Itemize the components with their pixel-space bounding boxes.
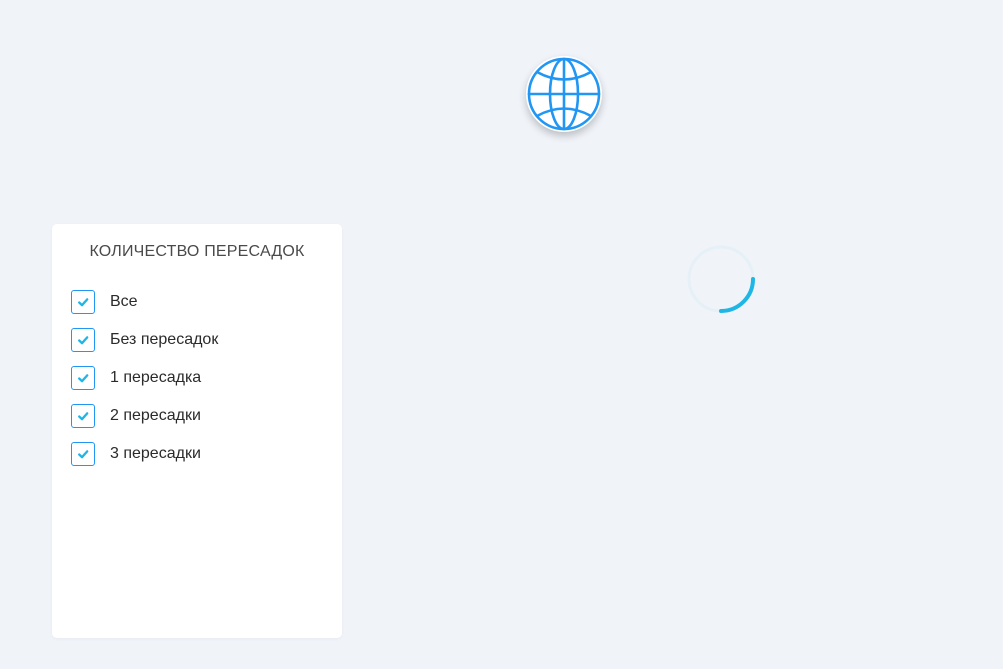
globe-logo [526,56,602,132]
checkmark-icon [78,336,89,345]
checkbox[interactable] [71,442,95,466]
checkmark-icon [78,374,89,383]
filter-option-1-transfer[interactable]: 1 пересадка [71,366,326,392]
filter-option-2-transfers[interactable]: 2 пересадки [71,404,326,430]
option-label: Без пересадок [110,331,219,348]
option-label: 2 пересадки [110,407,201,424]
option-label: 1 пересадка [110,369,202,386]
checkbox[interactable] [71,290,95,314]
loading-spinner-icon [687,245,755,313]
option-label: Все [110,293,138,310]
filter-option-3-transfers[interactable]: 3 пересадки [71,442,326,468]
globe-icon [527,57,601,131]
checkbox[interactable] [71,366,95,390]
filter-option-no-transfers[interactable]: Без пересадок [71,328,326,354]
loading-spinner [686,244,756,314]
checkbox[interactable] [71,328,95,352]
transfers-filter-panel: Количество пересадок Все Без пересадок 1… [52,224,342,638]
option-label: 3 пересадки [110,445,201,462]
checkbox[interactable] [71,404,95,428]
checkmark-icon [78,412,89,421]
checkmark-icon [78,298,89,307]
filter-option-all[interactable]: Все [71,290,326,316]
checkmark-icon [78,450,89,459]
filter-title: Количество пересадок [89,243,305,260]
